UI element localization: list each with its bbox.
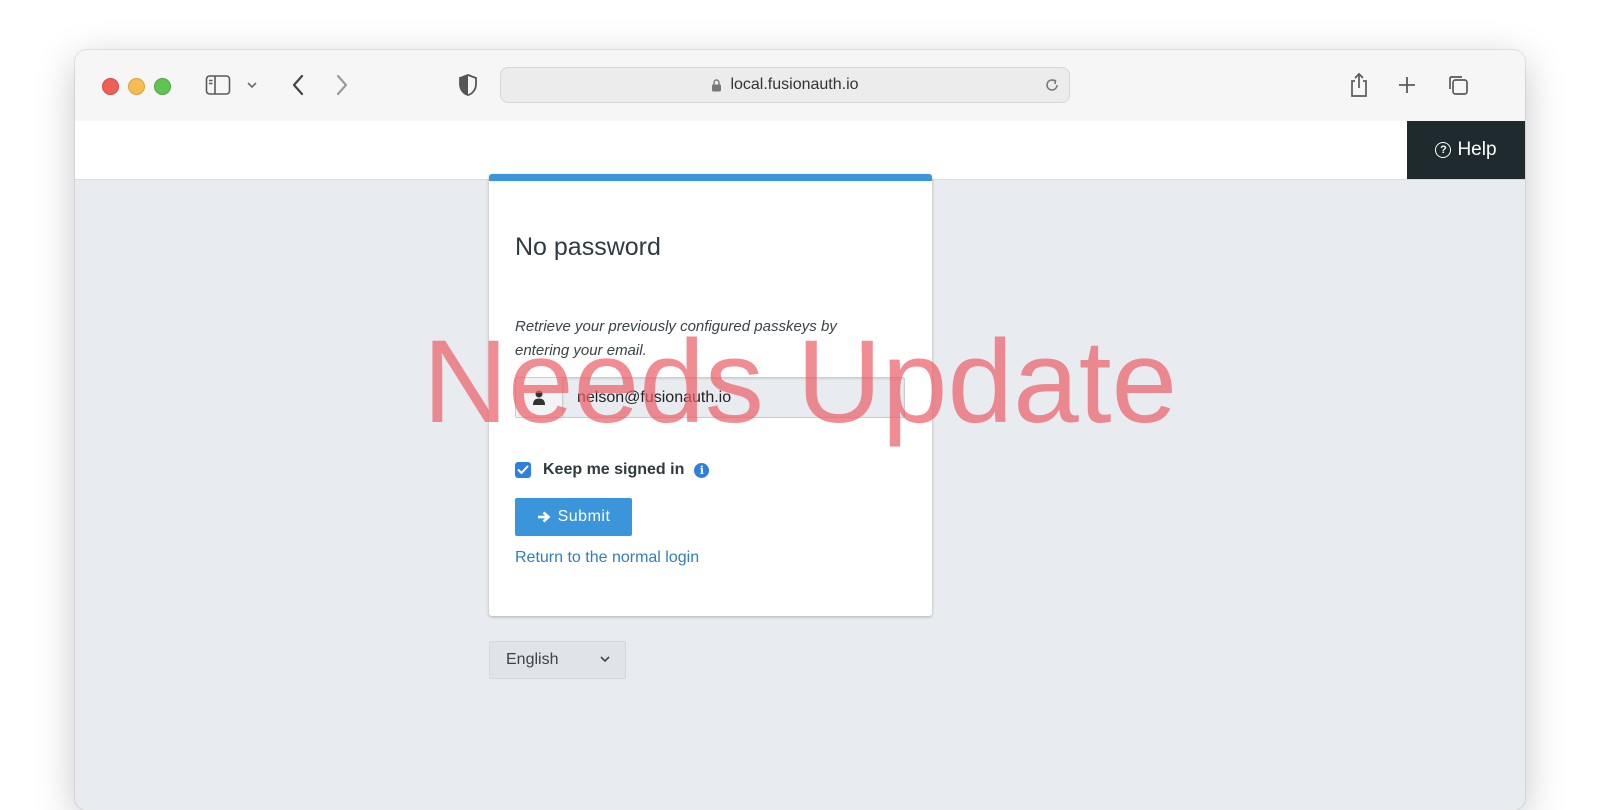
chevron-down-icon[interactable] — [245, 76, 259, 94]
chevron-right-icon[interactable] — [331, 72, 353, 98]
plus-icon[interactable] — [1395, 72, 1419, 98]
info-icon[interactable]: i — [694, 462, 710, 478]
keep-signed-in-label[interactable]: Keep me signed in — [543, 461, 684, 479]
return-to-login-link[interactable]: Return to the normal login — [515, 549, 699, 567]
close-window-button[interactable] — [102, 78, 119, 95]
tabs-overview-icon[interactable] — [1445, 72, 1471, 98]
minimize-window-button[interactable] — [128, 78, 145, 95]
help-label: Help — [1457, 139, 1497, 160]
user-icon — [516, 378, 563, 417]
shield-icon[interactable] — [457, 72, 479, 98]
email-field[interactable] — [563, 378, 904, 417]
chevron-down-icon — [599, 655, 611, 663]
chevron-left-icon[interactable] — [287, 72, 309, 98]
passwordless-panel: No password Retrieve your previously con… — [489, 174, 932, 616]
sidebar-icon[interactable] — [205, 74, 231, 96]
keep-signed-in-row: Keep me signed in i — [515, 461, 710, 479]
url-text: local.fusionauth.io — [730, 76, 859, 93]
zoom-window-button[interactable] — [154, 78, 171, 95]
language-selected: English — [506, 651, 559, 668]
language-select[interactable]: English — [489, 641, 626, 679]
panel-instructions: Retrieve your previously configured pass… — [515, 318, 837, 359]
submit-label: Submit — [557, 508, 611, 525]
browser-toolbar: local.fusionauth.io — [75, 50, 1525, 122]
keep-signed-in-checkbox[interactable] — [515, 462, 531, 478]
address-bar[interactable]: local.fusionauth.io — [500, 67, 1070, 103]
page-title: No password — [515, 233, 661, 261]
lock-icon — [711, 78, 722, 92]
share-icon[interactable] — [1347, 70, 1371, 100]
email-input-group — [515, 377, 905, 418]
question-circle-icon: ? — [1435, 142, 1452, 158]
submit-button[interactable]: Submit — [515, 498, 632, 536]
reload-icon[interactable] — [1043, 76, 1061, 94]
help-button[interactable]: ? Help — [1407, 121, 1525, 179]
app-header: ? Help — [75, 121, 1525, 180]
arrow-right-icon — [537, 511, 551, 523]
